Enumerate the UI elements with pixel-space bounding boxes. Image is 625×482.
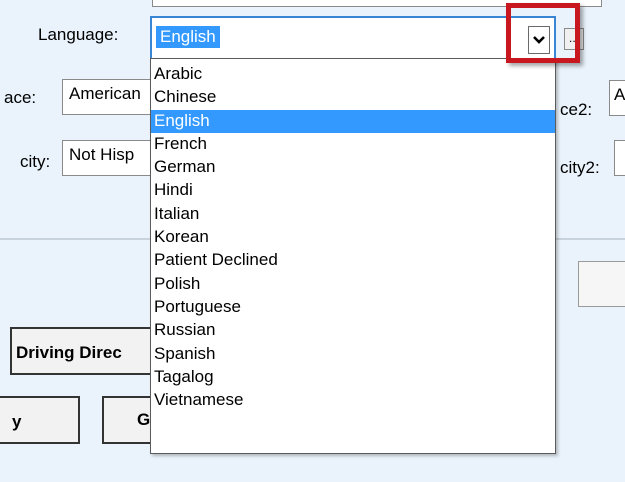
race-field[interactable]: American <box>62 79 158 115</box>
dropdown-option[interactable]: Portuguese <box>151 296 555 319</box>
dropdown-option[interactable]: Vietnamese <box>151 389 555 412</box>
ethnicity-field[interactable]: Not Hisp <box>62 140 158 176</box>
side-action-button[interactable] <box>578 261 625 307</box>
dropdown-option[interactable]: Italian <box>151 203 555 226</box>
dropdown-option[interactable]: Patient Declined <box>151 249 555 272</box>
ethnicity-label: city: <box>20 152 51 171</box>
dropdown-option[interactable]: Arabic <box>151 63 555 86</box>
language-dropdown-list[interactable]: Arabic Chinese English French German Hindi Ita… <box>150 58 556 454</box>
dropdown-option[interactable]: German <box>151 156 555 179</box>
dropdown-option[interactable]: Hindi <box>151 179 555 202</box>
dropdown-option[interactable]: French <box>151 133 555 156</box>
language-label: Language: <box>38 25 119 44</box>
race-label: ace: <box>4 88 37 107</box>
language-combo-value: English <box>156 26 220 48</box>
dropdown-option[interactable]: Spanish <box>151 343 555 366</box>
ethnicity2-label: city2: <box>560 158 600 177</box>
dropdown-option[interactable]: Tagalog <box>151 366 555 389</box>
language-combo[interactable]: English <box>150 16 556 60</box>
dropdown-option[interactable]: Chinese <box>151 86 555 109</box>
race2-field[interactable]: A <box>609 80 625 116</box>
dropdown-option[interactable]: English <box>151 109 555 133</box>
dropdown-option[interactable]: Russian <box>151 319 555 342</box>
callout-highlight-box <box>506 3 580 63</box>
driving-directions-button[interactable]: Driving Direc <box>10 327 160 375</box>
left-action-button[interactable]: y <box>0 396 80 444</box>
dropdown-option[interactable]: Korean <box>151 226 555 249</box>
dropdown-option[interactable]: Polish <box>151 273 555 296</box>
ethnicity2-field[interactable] <box>614 140 625 176</box>
race2-label: ce2: <box>560 100 593 119</box>
